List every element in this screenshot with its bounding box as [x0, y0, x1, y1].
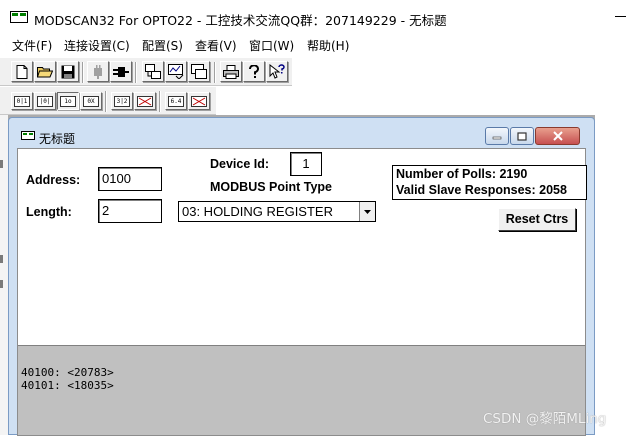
help-question-icon [249, 64, 259, 78]
valid-slave-responses: Valid Slave Responses: 2058 [396, 183, 567, 197]
app-title-bar: MODSCAN32 For OPTO22 - 工控技术交流QQ群：2071492… [0, 0, 641, 33]
float64-format-icon: 6.4 [168, 95, 184, 107]
new-file-icon [16, 64, 28, 79]
display-options-button[interactable] [142, 61, 164, 82]
format-float32-swap-button[interactable] [134, 92, 156, 110]
document-icon [21, 131, 35, 140]
main-toolbar [0, 57, 292, 86]
plug-icon [113, 66, 129, 77]
format-binary-button[interactable]: 0|1 [11, 92, 33, 110]
format-toolbar: 0|1 |0| 1o 0X 3|2 6.4 [0, 86, 216, 115]
register-line: 40101: <18035> [21, 379, 114, 392]
minimize-icon [492, 136, 502, 140]
point-type-dropdown-button[interactable] [359, 202, 375, 221]
float32-swap-icon [137, 95, 153, 107]
format-float32-button[interactable]: 3|2 [111, 92, 133, 110]
plug-disabled-icon [94, 64, 102, 79]
about-button[interactable] [243, 61, 265, 82]
tile-button[interactable] [188, 61, 210, 82]
format-float64-swap-button[interactable] [188, 92, 210, 110]
pointer-help-icon [269, 64, 285, 79]
watermark-text: CSDN @黎陌MLing [483, 411, 607, 427]
chart-button[interactable] [165, 61, 187, 82]
child-close-button[interactable] [535, 127, 580, 145]
mdi-left-edge [0, 115, 8, 435]
chart-window-icon [168, 64, 184, 79]
format-integer-button[interactable]: 1o [57, 92, 79, 110]
menu-help[interactable]: 帮助(H) [307, 37, 349, 54]
menu-view[interactable]: 查看(V) [195, 37, 237, 54]
chevron-down-icon [364, 209, 371, 214]
menu-setup[interactable]: 配置(S) [142, 37, 183, 54]
device-id-label: Device Id: [210, 157, 270, 171]
device-id-input[interactable]: 1 [290, 152, 322, 176]
app-title: MODSCAN32 For OPTO22 - 工控技术交流QQ群：2071492… [34, 13, 447, 28]
poll-stats-box: Number of Polls: 2190 Valid Slave Respon… [392, 165, 587, 200]
register-line: 40100: <20783> [21, 366, 114, 379]
maximize-icon [517, 131, 527, 141]
length-label: Length: [26, 205, 72, 219]
child-minimize-button[interactable] [485, 127, 509, 145]
child-maximize-button[interactable] [510, 127, 534, 145]
new-file-button[interactable] [11, 61, 33, 82]
reset-counters-button[interactable]: Reset Ctrs [498, 208, 576, 231]
app-icon [10, 11, 28, 23]
tree-window-icon [145, 64, 161, 79]
menu-bar: 文件(F) 连接设置(C) 配置(S) 查看(V) 窗口(W) 帮助(H) [0, 34, 641, 56]
point-type-label: MODBUS Point Type [210, 180, 332, 194]
hex-format-icon: 0X [83, 95, 99, 107]
float32-format-icon: 3|2 [114, 95, 130, 107]
open-file-button[interactable] [34, 61, 56, 82]
disconnect-button[interactable] [87, 61, 109, 82]
integer-format-icon: 1o [60, 95, 76, 107]
menu-window[interactable]: 窗口(W) [249, 37, 294, 54]
point-type-value: 03: HOLDING REGISTER [182, 204, 333, 219]
connect-button[interactable] [110, 61, 132, 82]
format-decimal-button[interactable]: |0| [34, 92, 56, 110]
save-disk-icon [61, 65, 75, 78]
float64-swap-icon [191, 95, 207, 107]
mdi-right-edge [595, 115, 641, 435]
length-input[interactable]: 2 [98, 199, 162, 223]
decimal-format-icon: |0| [37, 95, 53, 107]
number-of-polls: Number of Polls: 2190 [396, 167, 528, 181]
context-help-button[interactable] [266, 61, 288, 82]
point-type-select[interactable]: 03: HOLDING REGISTER [178, 201, 376, 222]
scan-window: 无标题 Address: 0100 Length: 2 Device Id: 1… [8, 117, 595, 436]
minimize-button[interactable] [601, 2, 641, 32]
menu-connection[interactable]: 连接设置(C) [64, 37, 130, 54]
address-input[interactable]: 0100 [98, 167, 162, 191]
format-float64-button[interactable]: 6.4 [165, 92, 187, 110]
printer-icon [223, 64, 239, 79]
scan-window-client: Address: 0100 Length: 2 Device Id: 1 MOD… [17, 148, 587, 436]
print-button[interactable] [220, 61, 242, 82]
scan-window-title: 无标题 [39, 132, 76, 146]
format-hex-button[interactable]: 0X [80, 92, 102, 110]
address-label: Address: [26, 173, 81, 187]
close-icon [552, 131, 563, 141]
menu-file[interactable]: 文件(F) [12, 37, 52, 54]
scan-window-title-bar[interactable]: 无标题 [9, 118, 594, 148]
save-button[interactable] [57, 61, 79, 82]
tile-windows-icon [191, 64, 207, 79]
open-folder-icon [37, 67, 53, 78]
binary-format-icon: 0|1 [14, 95, 30, 107]
